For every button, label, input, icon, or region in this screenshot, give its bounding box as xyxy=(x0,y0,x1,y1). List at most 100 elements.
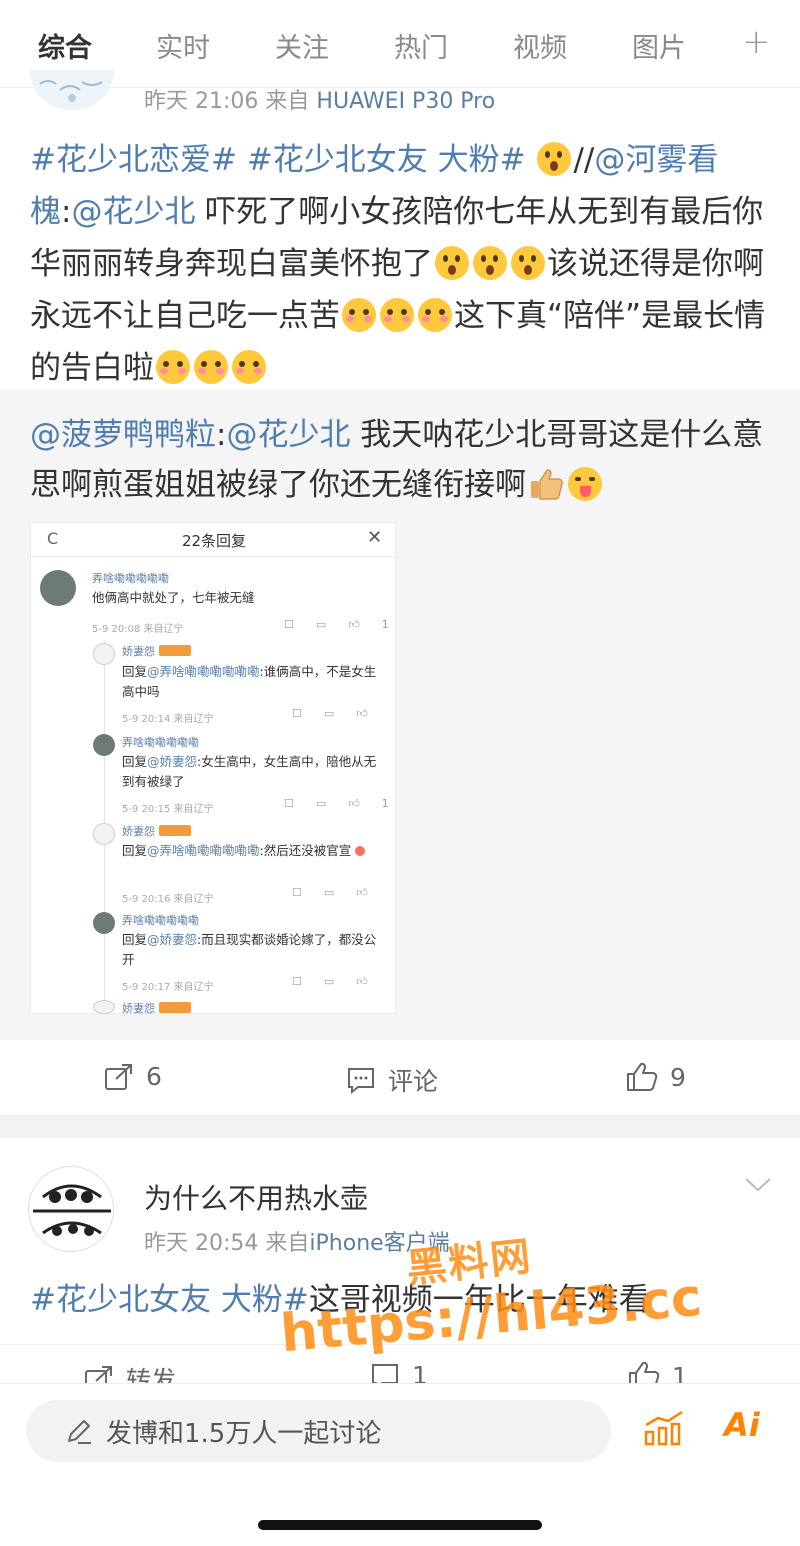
like-icon: 👍︎ xyxy=(356,707,368,720)
vip-badge xyxy=(159,825,191,836)
repost-icon xyxy=(85,1366,112,1384)
pencil-icon xyxy=(68,1420,91,1444)
add-tab-icon[interactable]: + xyxy=(742,22,771,62)
tongue-emoji-icon xyxy=(568,467,602,501)
tab-hot[interactable]: 热门 xyxy=(394,26,448,65)
reply-text: 回复@娇妻怨:而且现实都谈婚论嫁了，都没公开 xyxy=(122,932,377,967)
post2-avatar[interactable] xyxy=(28,1166,114,1252)
emoji-icon xyxy=(355,846,366,856)
post1-time: 昨天 21:06 xyxy=(144,89,259,114)
comment-button[interactable]: 1 xyxy=(370,1361,428,1384)
tab-realtime[interactable]: 实时 xyxy=(156,26,210,65)
compose-input[interactable]: 发博和1.5万人一起讨论 xyxy=(26,1400,611,1462)
like-icon: 👍︎ xyxy=(348,797,360,810)
comment-time: 5-9 20:08 来自辽宁 xyxy=(92,624,184,635)
comment-time: 5-9 20:16 来自辽宁 xyxy=(122,894,214,905)
comment-time: 5-9 20:15 来自辽宁 xyxy=(122,804,214,815)
shocked-emoji-icon xyxy=(537,142,572,176)
top-tab-bar: 综合 实时 关注 热门 视频 图片 + xyxy=(0,0,800,88)
thumbs-up-emoji-icon xyxy=(528,466,564,500)
comment-actions: ☐ ▭ 👍︎ xyxy=(292,975,390,988)
share-icon: ☐ xyxy=(292,975,302,988)
reply-text: 回复@弄啥嘞嘞嘞嘞嘞嘞:谁俩高中，不是女生高中吗 xyxy=(122,664,377,699)
ai-button[interactable]: Ai xyxy=(724,1406,760,1444)
feed-separator xyxy=(0,1116,800,1138)
post2-time: 昨天 20:54 xyxy=(144,1231,259,1256)
mention-link[interactable]: @花少北 xyxy=(71,194,195,230)
avatar xyxy=(93,823,115,845)
colon-text: : xyxy=(61,194,72,230)
post2-username[interactable]: 为什么不用热水壶 xyxy=(144,1177,368,1217)
share-icon: ☐ xyxy=(292,886,302,899)
tab-comprehensive[interactable]: 综合 xyxy=(38,26,92,65)
pitiful-emoji-icon xyxy=(418,298,452,332)
shocked-emoji-icon xyxy=(435,246,469,280)
mention-link[interactable]: @菠萝鸭鸭粒 xyxy=(30,417,216,453)
comment-icon: ▭ xyxy=(323,975,335,988)
post2-source-prefix: 来自 xyxy=(265,1231,310,1256)
comment-author: 娇妻怨 xyxy=(122,823,191,839)
avatar xyxy=(93,643,115,665)
pitiful-emoji-icon xyxy=(232,350,266,384)
tab-following[interactable]: 关注 xyxy=(275,26,329,65)
avatar xyxy=(93,734,115,756)
share-icon: ☐ xyxy=(292,707,302,720)
like-icon: 👍︎ xyxy=(348,618,360,631)
like-icon xyxy=(629,1361,660,1384)
comment-icon xyxy=(348,1068,374,1094)
repost-separator: // xyxy=(573,142,595,178)
tab-video[interactable]: 视频 xyxy=(513,26,567,65)
comment-icon: ▭ xyxy=(323,707,335,720)
trend-stats-icon[interactable] xyxy=(642,1410,686,1446)
shocked-emoji-icon xyxy=(473,246,507,280)
comment-actions: ☐ ▭ 👍︎ 1 xyxy=(284,797,411,810)
compose-placeholder: 发博和1.5万人一起讨论 xyxy=(106,1418,382,1449)
repost-icon xyxy=(105,1063,132,1090)
tab-images[interactable]: 图片 xyxy=(632,26,686,65)
comment-author: 娇妻怨 xyxy=(122,643,191,659)
comment-actions: ☐ ▭ 👍︎ 1 xyxy=(284,618,411,631)
post1-source-prefix: 来自 xyxy=(265,89,310,114)
comment-author: 弄啥嘞嘞嘞嘞嘞 xyxy=(122,914,199,927)
post1-action-bar: 6 评论 9 xyxy=(0,1040,800,1116)
mention-link[interactable]: @花少北 xyxy=(226,417,350,453)
comment-author: 弄啥嘞嘞嘞嘞嘞 xyxy=(122,736,199,749)
shocked-emoji-icon xyxy=(511,246,545,280)
comment-icon xyxy=(372,1363,398,1384)
pitiful-emoji-icon xyxy=(156,350,190,384)
like-button[interactable]: 9 xyxy=(626,1062,686,1092)
like-icon: 👍︎ xyxy=(356,886,368,899)
retweeted-text: @菠萝鸭鸭粒:@花少北 我天呐花少北哥哥这是什么意思啊煎蛋姐姐被绿了你还无缝衔接… xyxy=(30,410,775,510)
hashtag-link[interactable]: #花少北女友 大粉# xyxy=(30,1282,309,1318)
avatar xyxy=(40,570,76,606)
hashtag-link[interactable]: #花少北恋爱# xyxy=(30,142,237,178)
screenshot-header: C 22条回复 ✕ xyxy=(31,523,395,557)
comment-actions: ☐ ▭ 👍︎ xyxy=(292,707,390,720)
share-icon: ☐ xyxy=(284,618,294,631)
vip-badge xyxy=(159,645,191,656)
colon-text: : xyxy=(216,417,227,453)
comment-button[interactable]: 评论 xyxy=(346,1062,438,1098)
pitiful-emoji-icon xyxy=(380,298,414,332)
comment-icon: ▭ xyxy=(323,886,335,899)
comment-time: 5-9 20:14 来自辽宁 xyxy=(122,714,214,725)
chevron-down-icon[interactable] xyxy=(744,1176,772,1194)
repost-button[interactable]: 转发 xyxy=(84,1361,176,1384)
home-indicator xyxy=(258,1520,542,1530)
post1-avatar[interactable] xyxy=(30,70,114,110)
hashtag-link[interactable]: #花少北女友 大粉# xyxy=(247,142,526,178)
repost-count: 6 xyxy=(146,1062,162,1091)
like-count: 9 xyxy=(670,1062,686,1092)
post1-meta: 昨天 21:06 来自 HUAWEI P30 Pro xyxy=(144,83,495,115)
comment-actions: ☐ ▭ 👍︎ xyxy=(292,886,390,899)
comment-icon: ▭ xyxy=(315,797,327,810)
comment-time: 5-9 20:17 来自辽宁 xyxy=(122,982,214,993)
post1-body: #花少北恋爱# #花少北女友 大粉# //@河雾看槐:@花少北 吓死了啊小女孩陪… xyxy=(30,134,775,394)
comment-author: 娇妻怨 xyxy=(122,1000,191,1014)
like-button[interactable]: 1 xyxy=(628,1361,688,1384)
like-icon xyxy=(627,1062,658,1091)
post1-device[interactable]: HUAWEI P30 Pro xyxy=(316,89,495,114)
reply-text: 回复@弄啥嘞嘞嘞嘞嘞嘞:然后还没被官宣 xyxy=(122,841,382,861)
avatar xyxy=(93,1000,115,1014)
repost-button[interactable]: 6 xyxy=(104,1062,162,1091)
